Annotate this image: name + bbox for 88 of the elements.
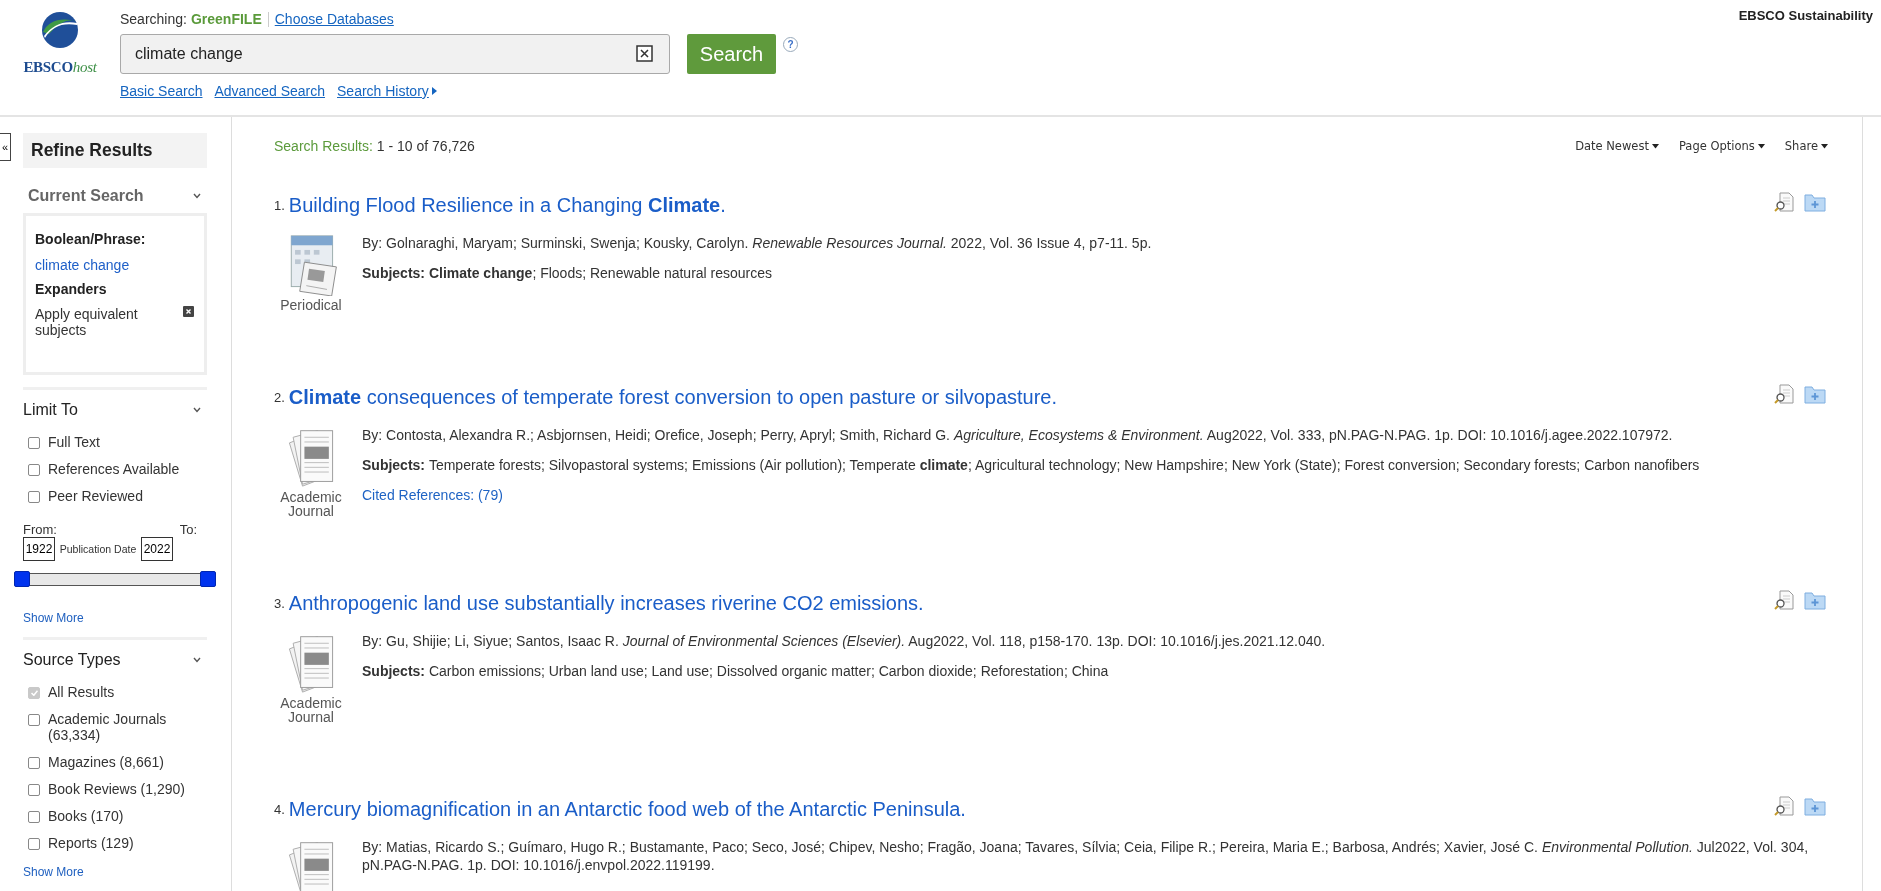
preview-icon[interactable] [1774, 192, 1794, 212]
result-byline: By: Gu, Shijie; Li, Siyue; Santos, Isaac R. Journal of Environmental Sciences (Elsevier). Aug2022, Vol. 118, p158-170. 13p. DOI: 10.1016/j.jes.2021.12.040. [362, 632, 1327, 650]
site-title: EBSCO Sustainability [1738, 8, 1873, 23]
checkbox[interactable] [28, 811, 40, 823]
chevron-icon[interactable] [193, 407, 201, 413]
checkbox-label: Academic Journals (63,334) [48, 711, 168, 743]
from-label: From: [23, 522, 57, 537]
checkbox-label: Books (170) [48, 808, 124, 824]
caret-icon [1821, 143, 1828, 149]
result-title-link[interactable]: Anthropogenic land use substantially increases riverine CO2 emissions. [288, 591, 924, 615]
toolbar-menu[interactable]: Share [1784, 139, 1828, 153]
source-type-label: Academic Journal [279, 696, 343, 724]
expander-text: Apply equivalent subjects [35, 306, 139, 338]
slider-thumb[interactable] [14, 571, 30, 587]
caret-icon [1651, 143, 1659, 149]
checkbox-label: Reports (129) [48, 835, 134, 851]
result-title-link[interactable]: Building Flood Resilience in a Changing Climate. [288, 193, 726, 217]
chevron-icon[interactable] [193, 657, 201, 663]
preview-icon[interactable] [1774, 384, 1794, 404]
to-label: To: [179, 522, 197, 537]
caret-icon [1757, 143, 1765, 149]
arrow-icon [431, 87, 437, 95]
search-button[interactable]: Search [687, 34, 776, 74]
from-year-field[interactable]: 1922 [23, 537, 55, 561]
cited-references-link[interactable]: Cited References: (79) [362, 486, 1828, 504]
result-number: 2. [274, 389, 285, 405]
result-byline: By: Contosta, Alexandra R.; Asbjornsen, Heidi; Orefice, Joseph; Perry, Apryl; Smith, Richard G. Agriculture, Ecosystems & Environment. Aug2022, Vol. 333, pN.PAG-N.PAG. 1p. DOI: 10.1016/j.agee.2022.107972. [362, 426, 1674, 444]
section-heading[interactable]: Current Search [23, 187, 144, 205]
checkbox-label: All Results [48, 684, 115, 700]
source-type-label: Periodical [279, 298, 343, 312]
result-byline: By: Golnaraghi, Maryam; Surminski, Swenja; Kousky, Carolyn. Renewable Resources Journal. 2022, Vol. 36 Issue 4, p7-11. 5p. [362, 234, 1153, 252]
refine-results-heading: Refine Results [23, 133, 207, 168]
search-field[interactable]: climate change [120, 34, 670, 74]
checkbox-label: Full Text [48, 434, 100, 450]
toolbar-menu[interactable]: Date Newest [1575, 139, 1659, 153]
result-number: 1. [274, 197, 285, 213]
remove-icon[interactable] [183, 306, 194, 317]
boolean-phrase-label: Boolean/Phrase: [35, 231, 147, 247]
folder-add-icon[interactable] [1804, 590, 1826, 610]
search-link[interactable]: Basic Search [120, 83, 203, 99]
result-number: 4. [274, 801, 285, 817]
section-heading[interactable]: Source Types [23, 651, 121, 669]
folder-add-icon[interactable] [1804, 796, 1826, 816]
clear-icon[interactable] [636, 45, 653, 62]
date-range-slider[interactable] [14, 571, 216, 587]
checkbox[interactable] [28, 714, 40, 726]
to-year-field[interactable]: 2022 [141, 537, 173, 561]
database-name: GreenFILE [190, 11, 262, 27]
result-subjects: Subjects: Carbon emissions; Urban land use; Land use; Dissolved organic matter; Carbon dioxide; Reforestation; China [362, 662, 1110, 680]
checkbox[interactable] [28, 784, 40, 796]
source-type-label: Academic Journal [279, 490, 343, 518]
result-number: 3. [274, 595, 285, 611]
toolbar-menu[interactable]: Page Options [1678, 139, 1765, 153]
query-link[interactable]: climate change [35, 257, 194, 273]
checkbox-label: Book Reviews (1,290) [48, 781, 185, 797]
preview-icon[interactable] [1774, 590, 1794, 610]
folder-add-icon[interactable] [1804, 384, 1826, 404]
searching-label: Searching: [120, 11, 187, 27]
checkbox[interactable] [28, 437, 40, 449]
checkbox[interactable] [28, 464, 40, 476]
publication-date-label: Publication Date [59, 543, 137, 555]
logo-text: EBSCOhost [23, 59, 97, 76]
expanders-label: Expanders [35, 281, 108, 297]
section-heading[interactable]: Limit To [23, 401, 78, 419]
checkbox-label: References Available [48, 461, 180, 477]
result-byline: By: Matias, Ricardo S.; Guímaro, Hugo R.; Bustamante, Paco; Seco, José; Chipev, Nesho; Fragão, Joana; Tavares, Sílvia; Ceia, Filipe R.; Pereira, Maria E.; Barbosa, Andrés; Xavier, José C. Environmental Pollution. Jul2022, Vol. 304, pN.PAG-N.PAG. 1p. DOI: 10.1016/j.envpol.2022.119199. [362, 838, 1810, 874]
results-count-label: Search Results: [274, 138, 373, 154]
show-more-link[interactable]: Show More [23, 611, 84, 625]
slider-thumb[interactable] [200, 571, 216, 587]
search-link[interactable]: Search History [337, 83, 437, 99]
checkbox-label: Magazines (8,661) [48, 754, 164, 770]
checkbox[interactable] [28, 757, 40, 769]
checkbox[interactable] [28, 838, 40, 850]
results-count: 1 - 10 of 76,726 [376, 138, 475, 154]
chevron-icon[interactable] [193, 193, 201, 199]
globe-logo-icon [41, 11, 79, 49]
preview-icon[interactable] [1774, 796, 1794, 816]
result-title-link[interactable]: Mercury biomagnification in an Antarctic food web of the Antarctic Peninsula. [288, 797, 966, 821]
result-subjects: Subjects: Temperate forests; Silvopastoral systems; Emissions (Air pollution); Temperate climate; Agricultural technology; New Hampshire; New York (State); Forest conversion; Secondary forests; Carbon nanofibers [362, 456, 1701, 474]
result-title-link[interactable]: Climate consequences of temperate forest conversion to open pasture or silvopasture. [288, 385, 1058, 409]
search-link[interactable]: Advanced Search [214, 83, 325, 99]
collapse-button[interactable]: « [0, 133, 11, 161]
checkbox[interactable] [28, 491, 40, 503]
show-more-link[interactable]: Show More [23, 865, 84, 879]
folder-add-icon[interactable] [1804, 192, 1826, 212]
checkbox-label: Peer Reviewed [48, 488, 143, 504]
result-subjects: Subjects: Climate change; Floods; Renewable natural resources [362, 264, 774, 282]
choose-databases-link[interactable]: Choose Databases [274, 11, 394, 27]
